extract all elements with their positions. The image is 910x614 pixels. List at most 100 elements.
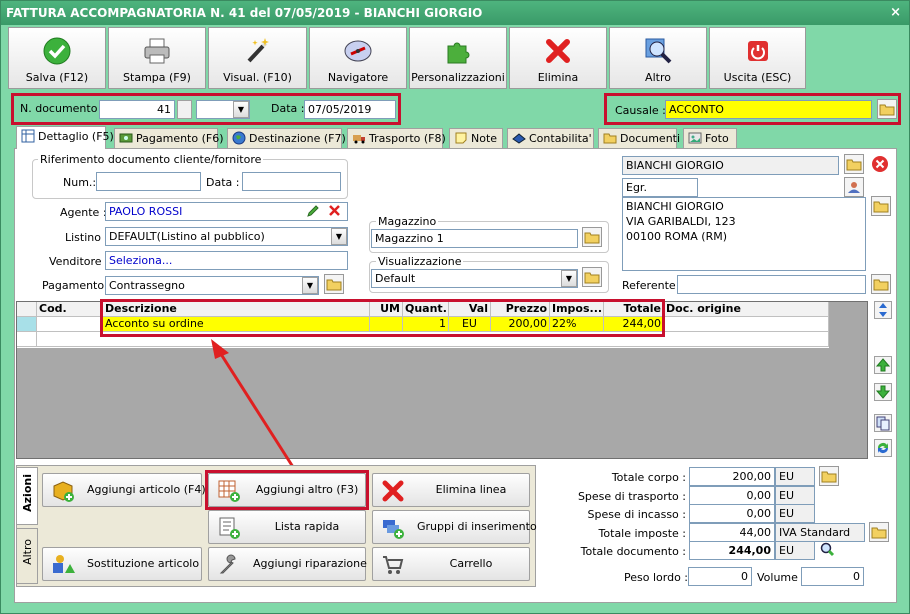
- pagamento-select[interactable]: Contrassegno: [105, 276, 319, 295]
- folder-icon[interactable]: [871, 274, 891, 294]
- client-title-input[interactable]: Egr.: [622, 178, 698, 197]
- rif-num-input[interactable]: [96, 172, 201, 191]
- window-title: FATTURA ACCOMPAGNATORIA N. 41 del 07/05/…: [6, 6, 483, 20]
- listino-select[interactable]: DEFAULT(Listino al pubblico): [105, 227, 348, 246]
- volume-label: Volume :: [757, 571, 806, 584]
- insert-groups-button[interactable]: Gruppi di inserimento: [372, 510, 537, 544]
- delete-line-label: Elimina linea: [435, 483, 507, 496]
- user-icon[interactable]: [844, 177, 864, 197]
- delete-button[interactable]: Elimina: [509, 27, 607, 89]
- refresh-button[interactable]: [874, 439, 892, 457]
- spese-incasso-value[interactable]: 0,00: [689, 504, 775, 523]
- totale-documento-label: Totale documento :: [580, 545, 686, 558]
- row-selector[interactable]: [17, 332, 37, 347]
- tab-contabilita[interactable]: Contabilita': [507, 128, 594, 148]
- chevron-down-icon[interactable]: ▼: [302, 277, 318, 294]
- move-up-button[interactable]: [874, 356, 892, 374]
- referente-input[interactable]: [677, 275, 866, 294]
- folder-icon: [603, 133, 617, 144]
- tab-destinazione[interactable]: Destinazione (F7): [227, 128, 346, 148]
- peso-label: Peso lordo :: [624, 571, 688, 584]
- date-input[interactable]: 07/05/2019: [304, 100, 396, 119]
- save-button-label: Salva (F12): [25, 71, 89, 84]
- navigator-button[interactable]: Navigatore: [309, 27, 407, 89]
- magazzino-input[interactable]: Magazzino 1: [371, 229, 578, 248]
- exit-button[interactable]: Uscita (ESC): [709, 27, 806, 89]
- vtab-altro[interactable]: Altro: [16, 528, 38, 584]
- doc-number-input[interactable]: 41: [99, 100, 175, 119]
- vtab-label: Azioni: [21, 474, 34, 512]
- peso-input[interactable]: 0: [688, 567, 752, 586]
- delete-line-button[interactable]: Elimina linea: [372, 473, 530, 507]
- cell-doc-origine[interactable]: [664, 317, 829, 332]
- tab-pagamento[interactable]: Pagamento (F6): [114, 128, 224, 148]
- add-article-button[interactable]: Aggiungi articolo (F4): [42, 473, 206, 507]
- tab-documenti[interactable]: Documenti: [598, 128, 680, 148]
- cell-cod[interactable]: [37, 317, 103, 332]
- rif-date-input[interactable]: [242, 172, 341, 191]
- folder-icon[interactable]: [877, 99, 897, 119]
- remove-client-icon[interactable]: [871, 155, 889, 173]
- sort-arrows-icon: [879, 303, 887, 317]
- vtab-azioni[interactable]: Azioni: [16, 467, 38, 525]
- folder-icon[interactable]: [819, 466, 839, 486]
- client-name-input[interactable]: BIANCHI GIORGIO: [622, 156, 839, 175]
- col-cod[interactable]: Cod.: [37, 302, 103, 317]
- add-repair-button[interactable]: Aggiungi riparazione: [208, 547, 367, 581]
- clear-icon[interactable]: [328, 204, 341, 217]
- address-line: VIA GARIBALDI, 123: [626, 215, 736, 228]
- money-icon: [119, 133, 133, 143]
- causale-input[interactable]: ACCONTO: [665, 100, 872, 119]
- other-button[interactable]: Altro: [609, 27, 707, 89]
- volume-input[interactable]: 0: [801, 567, 864, 586]
- folder-icon[interactable]: [324, 274, 344, 294]
- visualizzazione-select[interactable]: Default: [371, 269, 578, 288]
- tab-trasporto[interactable]: Trasporto (F8): [347, 128, 446, 148]
- magic-wand-icon: [247, 38, 269, 63]
- folder-icon[interactable]: [871, 196, 891, 216]
- tab-note[interactable]: Note: [449, 128, 503, 148]
- copy-line-button[interactable]: [874, 414, 892, 432]
- move-down-button[interactable]: [874, 383, 892, 401]
- delete-button-label: Elimina: [537, 71, 579, 84]
- chevron-down-icon[interactable]: ▼: [561, 270, 577, 287]
- client-address-box[interactable]: BIANCHI GIORGIO VIA GARIBALDI, 123 00100…: [622, 197, 866, 271]
- pencil-icon[interactable]: [306, 204, 320, 218]
- referente-label: Referente: [622, 279, 676, 292]
- preview-button[interactable]: Visual. (F10): [208, 27, 307, 89]
- spese-trasporto-value[interactable]: 0,00: [689, 486, 775, 505]
- print-button-label: Stampa (F9): [123, 71, 191, 84]
- cart-button[interactable]: Carrello: [372, 547, 530, 581]
- customizations-button-label: Personalizzazioni: [411, 71, 505, 84]
- save-button[interactable]: Salva (F12): [8, 27, 106, 89]
- tab-dettaglio[interactable]: Dettaglio (F5): [16, 126, 114, 149]
- quick-list-button[interactable]: Lista rapida: [208, 510, 366, 544]
- note-icon: [455, 132, 467, 144]
- causale-label: Causale :: [615, 104, 666, 117]
- col-doc-origine[interactable]: Doc. origine: [664, 302, 829, 317]
- folder-icon[interactable]: [582, 267, 602, 287]
- close-icon[interactable]: ×: [890, 1, 901, 25]
- folder-icon[interactable]: [582, 227, 602, 247]
- magnifier-icon[interactable]: [819, 541, 835, 557]
- folder-icon[interactable]: [869, 522, 889, 542]
- row-selector[interactable]: [17, 317, 37, 332]
- print-button[interactable]: Stampa (F9): [108, 27, 206, 89]
- venditore-input[interactable]: Seleziona...: [105, 251, 348, 270]
- box-add-icon: [53, 481, 74, 502]
- rif-date-label: Data :: [206, 176, 240, 189]
- chevron-down-icon[interactable]: ▼: [331, 228, 347, 245]
- tab-label: Destinazione (F7): [249, 132, 346, 145]
- totale-corpo-unit: EU: [775, 467, 815, 486]
- substitute-article-button[interactable]: Sostituzione articolo: [42, 547, 202, 581]
- doc-number-button[interactable]: [177, 100, 192, 119]
- photo-icon: [688, 132, 702, 144]
- tab-foto[interactable]: Foto: [683, 128, 737, 148]
- folder-icon[interactable]: [844, 154, 864, 174]
- customizations-button[interactable]: Personalizzazioni: [409, 27, 507, 89]
- puzzle-icon: [447, 42, 470, 64]
- chevron-down-icon[interactable]: ▼: [233, 101, 249, 118]
- agente-label: Agente :: [60, 206, 107, 219]
- ledger-icon: [512, 133, 526, 144]
- move-top-button[interactable]: [874, 301, 892, 319]
